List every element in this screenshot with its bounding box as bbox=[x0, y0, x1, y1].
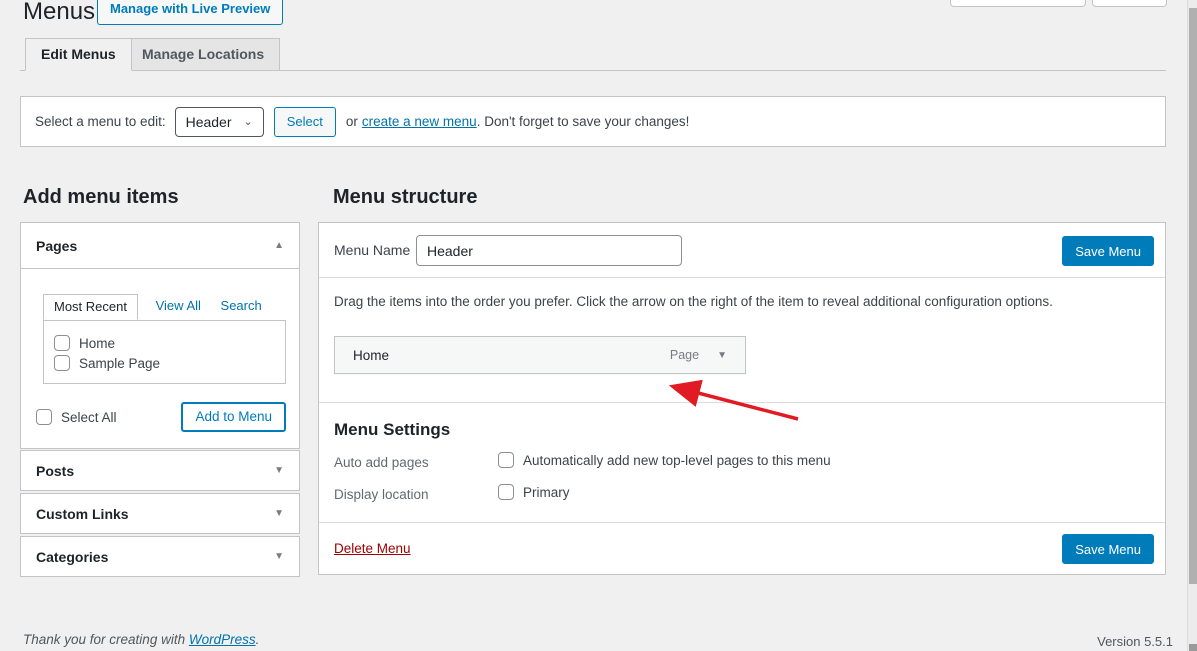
page-title: Menus bbox=[23, 0, 95, 26]
display-location-primary-checkbox[interactable] bbox=[498, 484, 514, 500]
delete-menu-link[interactable]: Delete Menu bbox=[334, 541, 411, 556]
chevron-down-icon: ▼ bbox=[274, 465, 284, 476]
pages-accordion: Pages ▲ Most Recent View All Search Home… bbox=[20, 222, 300, 449]
live-preview-button[interactable]: Manage with Live Preview bbox=[97, 0, 283, 25]
tab-most-recent[interactable]: Most Recent bbox=[43, 294, 138, 320]
pages-list-panel: Home Sample Page bbox=[43, 320, 286, 384]
chevron-down-icon: ⌄ bbox=[244, 115, 253, 128]
pages-accordion-title: Pages bbox=[36, 238, 77, 254]
save-menu-button-top[interactable]: Save Menu bbox=[1062, 236, 1154, 266]
custom-links-accordion-title: Custom Links bbox=[36, 506, 129, 522]
menu-settings-heading: Menu Settings bbox=[334, 420, 450, 440]
select-all-checkbox[interactable] bbox=[36, 409, 52, 425]
save-changes-hint: . Don't forget to save your changes! bbox=[477, 114, 690, 129]
menu-select-value: Header bbox=[186, 114, 232, 130]
menu-structure-panel: Menu Name Save Menu Drag the items into … bbox=[318, 222, 1166, 575]
tab-edit-menus[interactable]: Edit Menus bbox=[25, 38, 132, 71]
help-button[interactable] bbox=[1092, 0, 1167, 7]
menu-name-label: Menu Name bbox=[334, 242, 410, 258]
add-menu-items-heading: Add menu items bbox=[23, 186, 179, 209]
select-all-label: Select All bbox=[61, 410, 117, 425]
categories-accordion-header[interactable]: Categories ▼ bbox=[20, 536, 300, 577]
scrollbar-end bbox=[1189, 644, 1197, 651]
chevron-up-icon: ▲ bbox=[274, 240, 284, 251]
pages-accordion-body: Most Recent View All Search Home Sample … bbox=[21, 268, 299, 448]
footer-thanks: Thank you for creating with WordPress. bbox=[23, 632, 259, 647]
pages-accordion-header[interactable]: Pages ▲ bbox=[21, 223, 299, 268]
scrollbar-thumb[interactable] bbox=[1189, 8, 1197, 584]
posts-accordion-title: Posts bbox=[36, 463, 74, 479]
tab-view-all[interactable]: View All bbox=[154, 294, 203, 317]
menu-item-type: Page bbox=[670, 348, 699, 362]
or-text: or bbox=[346, 114, 358, 129]
menu-name-row: Menu Name Save Menu bbox=[319, 223, 1165, 278]
select-menu-bar: Select a menu to edit: Header ⌄ Select o… bbox=[20, 96, 1166, 147]
posts-accordion-header[interactable]: Posts ▼ bbox=[20, 450, 300, 491]
save-menu-button-bottom[interactable]: Save Menu bbox=[1062, 534, 1154, 564]
auto-add-pages-label: Auto add pages bbox=[334, 455, 429, 470]
auto-add-pages-option: Automatically add new top-level pages to… bbox=[523, 453, 831, 468]
menu-item-home[interactable]: Home Page ▼ bbox=[334, 336, 746, 374]
tab-manage-locations[interactable]: Manage Locations bbox=[126, 38, 280, 71]
list-item: Sample Page bbox=[54, 355, 275, 371]
sample-page-label: Sample Page bbox=[79, 356, 160, 371]
create-new-menu-link[interactable]: create a new menu bbox=[362, 114, 477, 129]
footer-thanks-period: . bbox=[256, 632, 260, 647]
menu-item-label: Home bbox=[353, 348, 389, 363]
display-location-primary-option: Primary bbox=[523, 485, 570, 500]
tabs-divider bbox=[20, 70, 1166, 71]
scrollbar-track[interactable] bbox=[1187, 0, 1197, 651]
tab-search[interactable]: Search bbox=[219, 294, 264, 317]
add-to-menu-button[interactable]: Add to Menu bbox=[181, 402, 286, 432]
divider bbox=[319, 402, 1165, 403]
menu-structure-heading: Menu structure bbox=[333, 186, 477, 209]
home-checkbox[interactable] bbox=[54, 335, 70, 351]
auto-add-pages-checkbox[interactable] bbox=[498, 452, 514, 468]
sample-page-checkbox[interactable] bbox=[54, 355, 70, 371]
wordpress-link[interactable]: WordPress bbox=[189, 632, 256, 647]
select-button[interactable]: Select bbox=[274, 107, 336, 137]
chevron-down-icon[interactable]: ▼ bbox=[717, 350, 727, 361]
version-text: Version 5.5.1 bbox=[1097, 634, 1173, 649]
menu-panel-footer: Delete Menu Save Menu bbox=[319, 522, 1165, 575]
chevron-down-icon: ▼ bbox=[274, 551, 284, 562]
chevron-down-icon: ▼ bbox=[274, 508, 284, 519]
list-item: Home bbox=[54, 335, 275, 351]
screen-options-button[interactable] bbox=[950, 0, 1086, 7]
home-label: Home bbox=[79, 336, 115, 351]
custom-links-accordion-header[interactable]: Custom Links ▼ bbox=[20, 493, 300, 534]
drag-instructions: Drag the items into the order you prefer… bbox=[334, 294, 1053, 309]
menu-name-input[interactable] bbox=[416, 235, 682, 266]
footer-thanks-text: Thank you for creating with bbox=[23, 632, 189, 647]
display-location-label: Display location bbox=[334, 487, 429, 502]
menu-select-dropdown[interactable]: Header ⌄ bbox=[175, 107, 264, 137]
categories-accordion-title: Categories bbox=[36, 549, 108, 565]
select-menu-label: Select a menu to edit: bbox=[35, 114, 166, 129]
